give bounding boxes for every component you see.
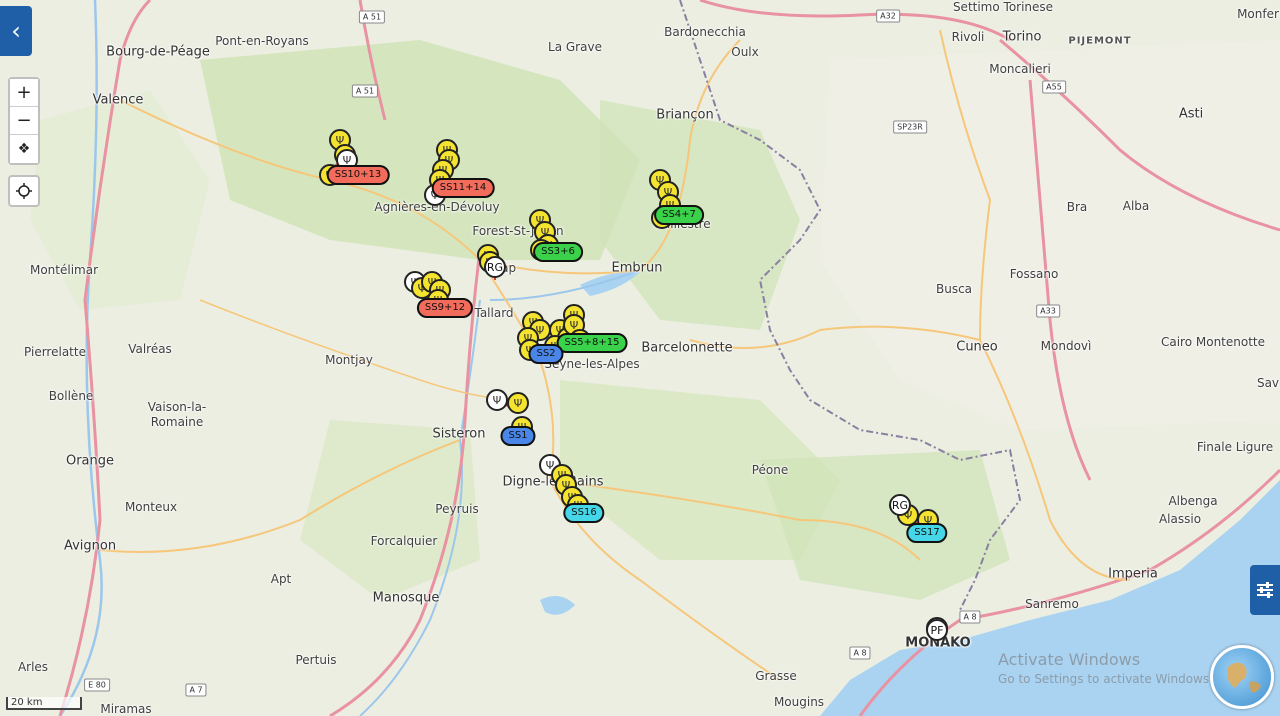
basemap-switcher-button[interactable] <box>1210 645 1274 709</box>
service-marker[interactable]: RG <box>889 494 911 516</box>
spectator-point-icon[interactable]: Ψ <box>486 389 508 411</box>
spectator-figure-icon: Ψ <box>492 393 502 407</box>
stage-label[interactable]: SS3+6 <box>533 242 583 262</box>
road-shield: A 51 <box>351 84 379 98</box>
fullscreen-icon: ❖ <box>17 141 31 157</box>
stage-label[interactable]: SS4+7 <box>654 205 704 225</box>
watermark-subtitle: Go to Settings to activate Windows. <box>998 672 1213 686</box>
crosshair-icon <box>16 183 32 199</box>
map-basemap <box>0 0 1280 716</box>
road-shield: A 7 <box>185 683 207 697</box>
chevron-left-icon: ‹ <box>11 17 21 45</box>
map-canvas[interactable]: Bourg-de-Péage Pont-en-Royans Valence La Gr… <box>0 0 1280 716</box>
spectator-figure-icon: Ψ <box>513 396 523 410</box>
locate-button[interactable] <box>8 175 40 207</box>
spectator-point-icon[interactable]: Ψ <box>507 392 529 414</box>
stage-label[interactable]: SS11+14 <box>431 178 495 198</box>
activation-watermark: Activate Windows Go to Settings to activ… <box>998 650 1213 686</box>
watermark-title: Activate Windows <box>998 650 1141 669</box>
fullscreen-button[interactable]: ❖ <box>10 135 38 163</box>
zoom-out-button[interactable]: − <box>10 107 38 135</box>
stage-label[interactable]: SS17 <box>906 523 948 543</box>
scale-bar: 20 km <box>6 697 82 710</box>
road-shield: A 51 <box>358 10 386 24</box>
road-shield: A33 <box>1036 304 1060 318</box>
spectator-figure-icon: Ψ <box>342 153 352 167</box>
service-marker[interactable]: RG <box>484 256 506 278</box>
zoom-in-button[interactable]: + <box>10 79 38 107</box>
zoom-control: + − ❖ <box>8 77 40 165</box>
stage-label[interactable]: SS2 <box>528 344 564 364</box>
stage-label[interactable]: SS9+12 <box>416 298 474 318</box>
stage-label[interactable]: SS10+13 <box>326 165 390 185</box>
stage-label[interactable]: SS16 <box>563 503 605 523</box>
stage-label[interactable]: SS1 <box>500 426 536 446</box>
road-shield: A 8 <box>959 610 981 624</box>
road-shield: E 80 <box>84 678 110 692</box>
back-button[interactable]: ‹ <box>0 6 32 56</box>
service-marker[interactable]: PF <box>926 619 948 641</box>
road-shield: A 8 <box>849 646 871 660</box>
stage-label[interactable]: SS5+8+15 <box>556 333 628 353</box>
globe-icon <box>1227 662 1261 693</box>
filter-button[interactable] <box>1250 565 1280 615</box>
road-shield: A32 <box>876 9 900 23</box>
road-shield: SP23R <box>893 120 927 134</box>
sliders-icon <box>1257 582 1273 598</box>
road-shield: A55 <box>1042 80 1066 94</box>
